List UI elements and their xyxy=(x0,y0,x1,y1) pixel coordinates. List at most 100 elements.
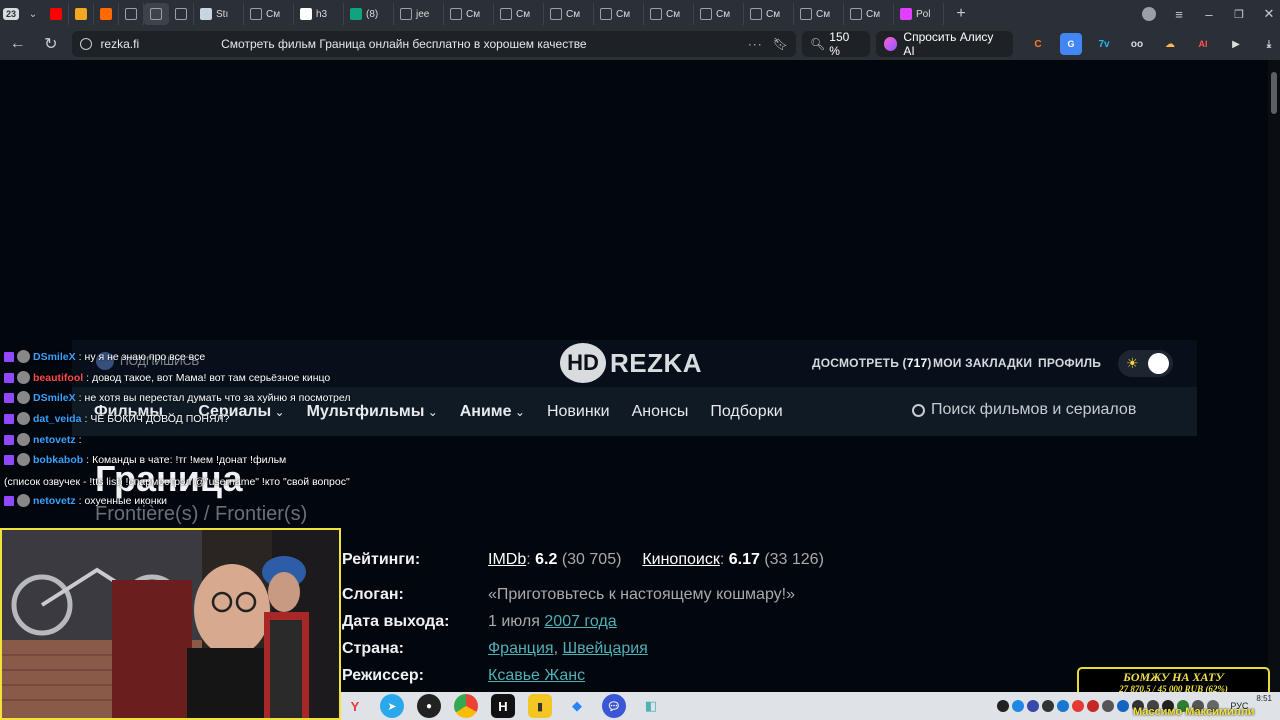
chat-separator: : xyxy=(78,494,82,507)
browser-tab[interactable]: (8) xyxy=(344,3,394,25)
tab-list-chevron-icon[interactable]: ⌄ xyxy=(22,3,44,25)
extension-glasses-icon[interactable]: oo xyxy=(1126,33,1148,55)
extension-c-icon[interactable]: C xyxy=(1027,33,1049,55)
tray-app-icon[interactable] xyxy=(1042,700,1055,712)
release-year-link[interactable]: 2007 года xyxy=(544,613,616,630)
scrollbar-thumb[interactable] xyxy=(1271,72,1277,114)
logo-hd-mark: HD xyxy=(560,343,606,383)
extension-cloud-icon[interactable]: ☁ xyxy=(1159,33,1181,55)
chrome-icon[interactable] xyxy=(454,694,478,718)
chat-avatar xyxy=(17,391,30,404)
director-link[interactable]: Ксавье Жанс xyxy=(488,667,585,684)
browser-tab[interactable]: Pol xyxy=(894,3,944,25)
sourcetree-icon[interactable]: ◆ xyxy=(565,694,589,718)
video-player-area[interactable] xyxy=(0,60,1268,340)
page-scrollbar[interactable] xyxy=(1268,60,1280,692)
browser-tab-strip: 23 ⌄ Stı См h3 (8) jee См См См См См См См См См Pol … xyxy=(0,0,1280,28)
tray-app-icon[interactable] xyxy=(1087,700,1100,712)
browser-tab[interactable]: См xyxy=(694,3,744,25)
browser-tab[interactable] xyxy=(44,3,69,25)
new-tab-plus-icon[interactable]: + xyxy=(950,3,972,25)
close-window-icon[interactable]: ✕ xyxy=(1258,3,1280,25)
extension-7tv-icon[interactable]: 7v xyxy=(1093,33,1115,55)
tray-app-icon[interactable] xyxy=(1057,700,1070,712)
tray-app-icon[interactable] xyxy=(1012,700,1025,712)
my-bookmarks-link[interactable]: МОИ ЗАКЛАДКИ xyxy=(933,356,1032,370)
browser-tab[interactable]: См xyxy=(244,3,294,25)
imdb-votes: (30 705) xyxy=(561,551,622,568)
nav-item[interactable]: Новинки xyxy=(547,403,610,421)
imdb-link[interactable]: IMDb xyxy=(488,551,526,568)
reload-icon[interactable]: ↻ xyxy=(37,30,64,58)
zoom-indicator[interactable]: 🔍︎ 150 % xyxy=(802,30,870,58)
menu-hamburger-icon[interactable]: ≡ xyxy=(1168,3,1190,25)
bookmark-icon[interactable]: 🔖︎ xyxy=(773,37,788,51)
browser-tab[interactable] xyxy=(69,3,94,25)
browser-tab[interactable]: h3 xyxy=(294,3,344,25)
url-domain: rezka.fi xyxy=(100,37,140,51)
nav-item-label: Подборки xyxy=(710,402,783,420)
browser-tab[interactable] xyxy=(169,3,194,25)
tray-app-icon[interactable] xyxy=(1027,700,1040,712)
browser-tab[interactable]: См xyxy=(844,3,894,25)
browser-tab[interactable] xyxy=(144,3,169,25)
battery-app-icon[interactable]: ▮ xyxy=(528,694,552,718)
site-info-icon[interactable] xyxy=(80,38,93,50)
browser-tab[interactable]: См xyxy=(794,3,844,25)
browser-tab[interactable]: Stı xyxy=(194,3,244,25)
tray-app-icon[interactable] xyxy=(1102,700,1115,712)
restore-icon[interactable]: ❐ xyxy=(1228,3,1250,25)
nav-item[interactable]: Анонсы xyxy=(632,403,689,421)
chat-message: (список озвучек - !tts list) !спармострэ… xyxy=(4,476,350,488)
browser-tab[interactable] xyxy=(94,3,119,25)
yandex-browser-icon[interactable]: Y xyxy=(343,694,367,718)
palette-icon xyxy=(900,8,912,20)
sun-icon: ☀ xyxy=(1126,355,1139,371)
hd-icon xyxy=(650,8,662,20)
extension-ai-icon[interactable]: AI xyxy=(1192,33,1214,55)
country-link-2[interactable]: Швейцария xyxy=(562,640,647,657)
extension-play-icon[interactable]: ▶ xyxy=(1225,33,1247,55)
nav-item-label: Анонсы xyxy=(631,402,689,420)
ask-alice-button[interactable]: Спросить Алису AI xyxy=(875,30,1013,58)
profile-avatar-icon[interactable] xyxy=(1138,3,1160,25)
country-link-1[interactable]: Франция xyxy=(488,640,554,657)
site-search[interactable]: Поиск фильмов и сериалов xyxy=(912,401,1136,419)
obs-icon[interactable]: ● xyxy=(417,694,441,718)
tray-app-icon[interactable] xyxy=(1117,700,1130,712)
clock[interactable]: 8:51 xyxy=(1256,694,1272,703)
browser-tab[interactable]: jee xyxy=(394,3,444,25)
nav-item[interactable]: Мультфильмы ⌄ xyxy=(307,403,438,421)
nav-item[interactable]: Подборки xyxy=(710,403,782,421)
kinopoisk-link[interactable]: Кинопоиск xyxy=(642,551,720,568)
profile-link[interactable]: ПРОФИЛЬ xyxy=(1038,356,1101,370)
telegram-icon[interactable]: ➤ xyxy=(380,694,404,718)
browser-tab[interactable]: См xyxy=(744,3,794,25)
chat-text: довод такое, вот Мама! вот там серьёзное… xyxy=(92,371,331,384)
translate-extension-icon[interactable]: G xyxy=(1060,33,1082,55)
alice-label: Спросить Алису AI xyxy=(903,30,994,58)
tab-counter[interactable]: 23 xyxy=(0,3,22,25)
browser-tab[interactable]: См xyxy=(594,3,644,25)
theme-toggle[interactable]: ☀ xyxy=(1118,350,1173,377)
downloads-icon[interactable]: ⤓ xyxy=(1258,33,1280,55)
tray-app-icon[interactable] xyxy=(997,700,1010,712)
more-dots-icon[interactable]: ··· xyxy=(748,37,763,51)
browser-tab[interactable]: См xyxy=(444,3,494,25)
url-field[interactable]: rezka.fi Смотреть фильм Граница онлайн б… xyxy=(72,31,797,57)
browser-tab[interactable]: См xyxy=(544,3,594,25)
browser-tab[interactable]: См xyxy=(644,3,694,25)
browser-tab[interactable] xyxy=(119,3,144,25)
chat-app-icon[interactable]: 💬︎ xyxy=(602,694,626,718)
nav-item[interactable]: Аниме ⌄ xyxy=(460,403,525,421)
imdb-score: 6.2 xyxy=(535,551,558,568)
browser-tab[interactable]: См xyxy=(494,3,544,25)
tray-app-icon[interactable] xyxy=(1072,700,1085,712)
rezka-logo[interactable]: HD REZKA xyxy=(560,342,710,384)
continue-watching-link[interactable]: ДОСМОТРЕТЬ (717) xyxy=(812,356,932,370)
hd-icon xyxy=(600,8,612,20)
back-arrow-icon[interactable]: ← xyxy=(4,30,31,58)
folder-app-icon[interactable]: ◧ xyxy=(639,694,663,718)
h-app-icon[interactable]: H xyxy=(491,694,515,718)
minimize-icon[interactable]: – xyxy=(1198,3,1220,25)
